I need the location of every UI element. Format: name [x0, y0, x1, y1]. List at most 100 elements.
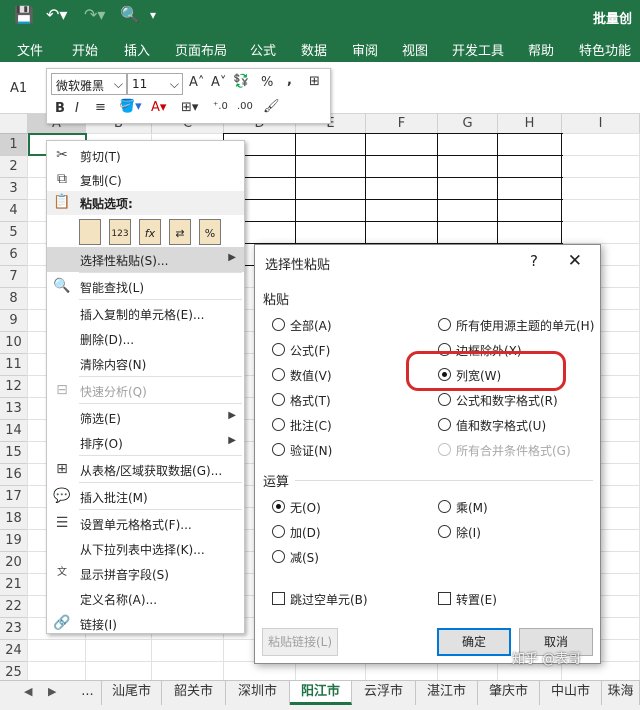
- print-preview-icon[interactable]: 🔍: [120, 5, 140, 24]
- redo-icon[interactable]: ↷▾: [84, 5, 105, 24]
- fill-color-icon[interactable]: 🪣▾: [119, 99, 142, 114]
- ribbon-tab-help[interactable]: 帮助: [528, 40, 554, 59]
- row-header[interactable]: 15: [0, 442, 28, 464]
- row-header[interactable]: 10: [0, 332, 28, 354]
- ok-button[interactable]: 确定: [437, 628, 511, 656]
- menu-item-insert-copied[interactable]: 插入复制的单元格(E)...: [47, 301, 244, 326]
- column-header-f[interactable]: F: [366, 114, 438, 134]
- column-header-i[interactable]: I: [562, 114, 640, 134]
- menu-item-smart-lookup[interactable]: 🔍 智能查找(L): [47, 274, 244, 299]
- row-header[interactable]: 18: [0, 508, 28, 530]
- row-header[interactable]: 2: [0, 156, 28, 178]
- ribbon-tab-page-layout[interactable]: 页面布局: [175, 40, 227, 59]
- ribbon-tab-file[interactable]: 文件: [17, 40, 43, 59]
- column-header-g[interactable]: G: [438, 114, 498, 134]
- sheet-tab[interactable]: 中山市: [540, 681, 602, 705]
- customize-qa-icon[interactable]: ▾: [150, 8, 156, 22]
- shrink-font-icon[interactable]: A˅: [211, 75, 226, 90]
- menu-item-copy[interactable]: ⧉ 复制(C): [47, 167, 244, 192]
- save-icon[interactable]: 💾: [14, 5, 34, 24]
- tab-scroll-left-icon[interactable]: ◀: [24, 685, 32, 698]
- name-box[interactable]: A1: [4, 78, 44, 100]
- row-header[interactable]: 1: [0, 134, 28, 156]
- sheet-tab-active[interactable]: 阳江市: [290, 681, 352, 705]
- row-header[interactable]: 5: [0, 222, 28, 244]
- paste-option-formulas-icon[interactable]: fx: [139, 219, 161, 245]
- comma-style-icon[interactable]: ,: [287, 73, 292, 88]
- sheet-tab[interactable]: 韶关市: [162, 681, 226, 705]
- menu-item-paste-special[interactable]: 选择性粘贴(S)... ▶: [47, 247, 244, 272]
- row-header[interactable]: 13: [0, 398, 28, 420]
- menu-item-pick-list[interactable]: 从下拉列表中选择(K)...: [47, 536, 244, 561]
- undo-icon[interactable]: ↶▾: [46, 5, 67, 24]
- menu-item-sort[interactable]: 排序(O) ▶: [47, 430, 244, 455]
- paste-option-values-icon[interactable]: 123: [109, 219, 131, 245]
- row-header[interactable]: 9: [0, 310, 28, 332]
- menu-item-define-name[interactable]: 定义名称(A)...: [47, 586, 244, 611]
- row-header[interactable]: 14: [0, 420, 28, 442]
- paste-option-transpose-icon[interactable]: ⇄: [169, 219, 191, 245]
- ribbon-tab-developer[interactable]: 开发工具: [452, 40, 504, 59]
- column-header-h[interactable]: H: [498, 114, 562, 134]
- font-name-select[interactable]: 微软雅黑 ⌵: [51, 73, 127, 95]
- row-header[interactable]: 3: [0, 178, 28, 200]
- format-painter-icon[interactable]: 🖌: [263, 99, 280, 114]
- menu-item-phonetic[interactable]: 文 显示拼音字段(S): [47, 561, 244, 586]
- increase-decimal-icon[interactable]: ⁺.0: [213, 101, 228, 112]
- row-header[interactable]: 16: [0, 464, 28, 486]
- row-header[interactable]: 20: [0, 552, 28, 574]
- font-size-select[interactable]: 11 ⌵: [127, 73, 183, 95]
- mini-toolbar: 微软雅黑 ⌵ 11 ⌵ A˄ A˅ 💱 % , ⊞ B I ≡ 🪣▾ A▾ ⊞▾ ⁺…: [46, 68, 331, 124]
- menu-item-insert-comment[interactable]: 💬 插入批注(M): [47, 484, 244, 509]
- row-header[interactable]: 6: [0, 244, 28, 266]
- menu-item-delete[interactable]: 删除(D)...: [47, 326, 244, 351]
- ribbon-tab-view[interactable]: 视图: [402, 40, 428, 59]
- ribbon-tab-review[interactable]: 审阅: [352, 40, 378, 59]
- row-header[interactable]: 23: [0, 618, 28, 640]
- menu-item-get-data[interactable]: ⊞ 从表格/区域获取数据(G)...: [47, 457, 244, 482]
- borders-icon[interactable]: ⊞▾: [181, 100, 198, 115]
- row-header[interactable]: 17: [0, 486, 28, 508]
- tab-scroll-right-icon[interactable]: ▶: [48, 685, 56, 698]
- row-header[interactable]: 4: [0, 200, 28, 222]
- ribbon-tab-special[interactable]: 特色功能: [579, 40, 631, 59]
- sheet-tab-more[interactable]: ...: [74, 681, 102, 705]
- row-header[interactable]: 8: [0, 288, 28, 310]
- ribbon-tab-formulas[interactable]: 公式: [250, 40, 276, 59]
- select-all-corner[interactable]: [0, 114, 28, 134]
- menu-item-cut[interactable]: ✂ 剪切(T): [47, 143, 244, 168]
- menu-item-link[interactable]: 🔗 链接(I): [47, 611, 244, 636]
- merge-center-icon[interactable]: ⊞: [309, 74, 320, 89]
- row-header[interactable]: 22: [0, 596, 28, 618]
- sheet-tab[interactable]: 汕尾市: [102, 681, 162, 705]
- sheet-tab[interactable]: 深圳市: [226, 681, 290, 705]
- ribbon-tab-data[interactable]: 数据: [301, 40, 327, 59]
- sheet-tab[interactable]: 云浮市: [352, 681, 416, 705]
- paste-option-format-icon[interactable]: %: [199, 219, 221, 245]
- decrease-decimal-icon[interactable]: .00: [237, 101, 253, 112]
- row-header[interactable]: 24: [0, 640, 28, 662]
- row-header[interactable]: 21: [0, 574, 28, 596]
- sheet-tab[interactable]: 肇庆市: [478, 681, 540, 705]
- accounting-format-icon[interactable]: 💱: [233, 74, 249, 89]
- row-header[interactable]: 11: [0, 354, 28, 376]
- bold-icon[interactable]: B: [55, 101, 65, 116]
- paste-option-paste-icon[interactable]: [79, 219, 101, 245]
- grow-font-icon[interactable]: A˄: [189, 75, 204, 90]
- menu-item-filter[interactable]: 筛选(E) ▶: [47, 405, 244, 430]
- row-header[interactable]: 19: [0, 530, 28, 552]
- sheet-tab[interactable]: 湛江市: [416, 681, 478, 705]
- menu-item-clear[interactable]: 清除内容(N): [47, 351, 244, 376]
- row-header[interactable]: 12: [0, 376, 28, 398]
- close-icon[interactable]: ✕: [568, 251, 582, 271]
- align-center-icon[interactable]: ≡: [95, 100, 106, 115]
- menu-item-format-cells[interactable]: ☰ 设置单元格格式(F)...: [47, 511, 244, 536]
- sheet-tab[interactable]: 珠海: [602, 681, 640, 705]
- percent-icon[interactable]: %: [261, 75, 273, 90]
- row-header[interactable]: 7: [0, 266, 28, 288]
- help-icon[interactable]: ?: [530, 252, 538, 270]
- italic-icon[interactable]: I: [75, 101, 79, 116]
- ribbon-tab-insert[interactable]: 插入: [124, 40, 150, 59]
- ribbon-tab-home[interactable]: 开始: [72, 40, 98, 59]
- font-color-icon[interactable]: A▾: [151, 100, 166, 115]
